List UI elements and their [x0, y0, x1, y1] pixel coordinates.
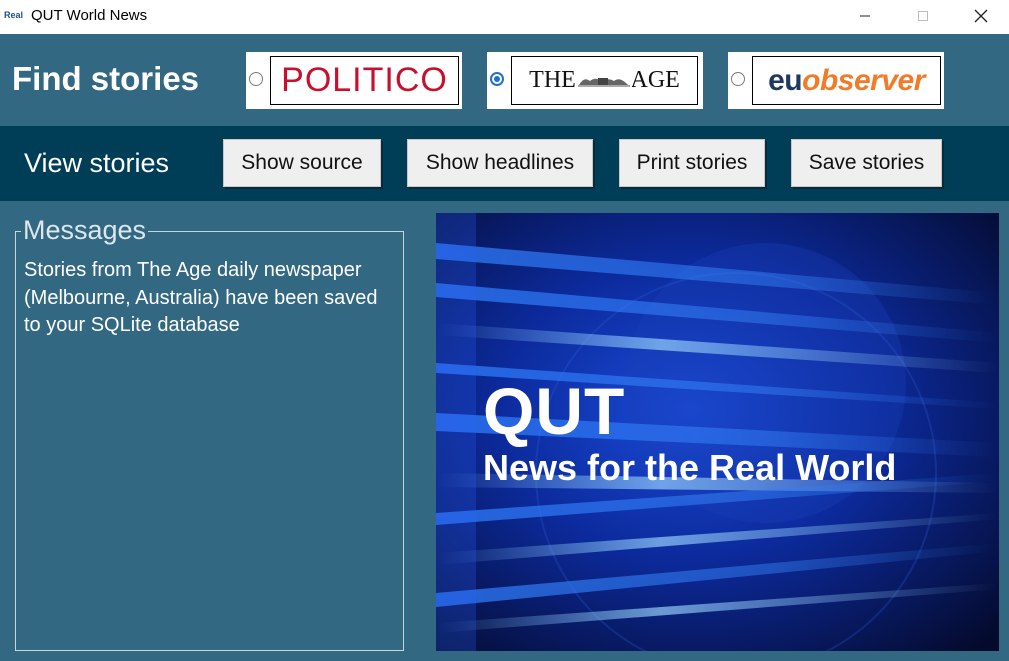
- show-headlines-button[interactable]: Show headlines: [407, 139, 593, 187]
- save-stories-button[interactable]: Save stories: [791, 139, 942, 187]
- messages-text: Stories from The Age daily newspaper (Me…: [24, 259, 378, 336]
- source-option-the-age[interactable]: THE AGE: [487, 52, 703, 109]
- radio-the-age[interactable]: [490, 72, 504, 86]
- euobserver-logo-text: euobserver: [768, 64, 925, 98]
- banner-title: QUT: [483, 374, 626, 448]
- radio-politico[interactable]: [249, 72, 263, 86]
- maximize-icon: [918, 11, 928, 21]
- view-stories-label: View stories: [24, 148, 170, 178]
- source-option-euobserver[interactable]: euobserver: [728, 52, 944, 109]
- view-stories-section: View stories Show source Show headlines …: [0, 126, 1009, 201]
- close-icon: [974, 9, 988, 23]
- news-banner-image: QUT News for the Real World: [436, 213, 999, 651]
- messages-legend: Messages: [21, 214, 149, 246]
- window-title: QUT World News: [31, 7, 148, 24]
- print-stories-button[interactable]: Print stories: [619, 139, 765, 187]
- find-stories-label: Find stories: [12, 60, 200, 97]
- minimize-icon: [860, 15, 870, 17]
- euobserver-logo-observer: observer: [802, 63, 925, 97]
- maximize-button[interactable]: [898, 0, 948, 32]
- title-bar: Real QUT World News: [0, 0, 1009, 34]
- the-age-logo[interactable]: THE AGE: [511, 56, 698, 105]
- age-crest-icon: [576, 74, 632, 88]
- euobserver-logo[interactable]: euobserver: [752, 56, 941, 105]
- politico-logo[interactable]: POLITICO: [270, 56, 459, 105]
- minimize-button[interactable]: [840, 0, 890, 32]
- euobserver-logo-eu: eu: [768, 63, 803, 97]
- find-stories-section: Find stories POLITICO THE AGE euobserver: [0, 34, 1009, 126]
- politico-logo-text: POLITICO: [281, 61, 448, 99]
- app-icon: Real: [4, 10, 24, 20]
- close-button[interactable]: [956, 0, 1006, 32]
- radio-euobserver[interactable]: [731, 72, 745, 86]
- banner-subtitle: News for the Real World: [483, 447, 897, 488]
- source-option-politico[interactable]: POLITICO: [246, 52, 462, 109]
- show-source-button[interactable]: Show source: [223, 139, 381, 187]
